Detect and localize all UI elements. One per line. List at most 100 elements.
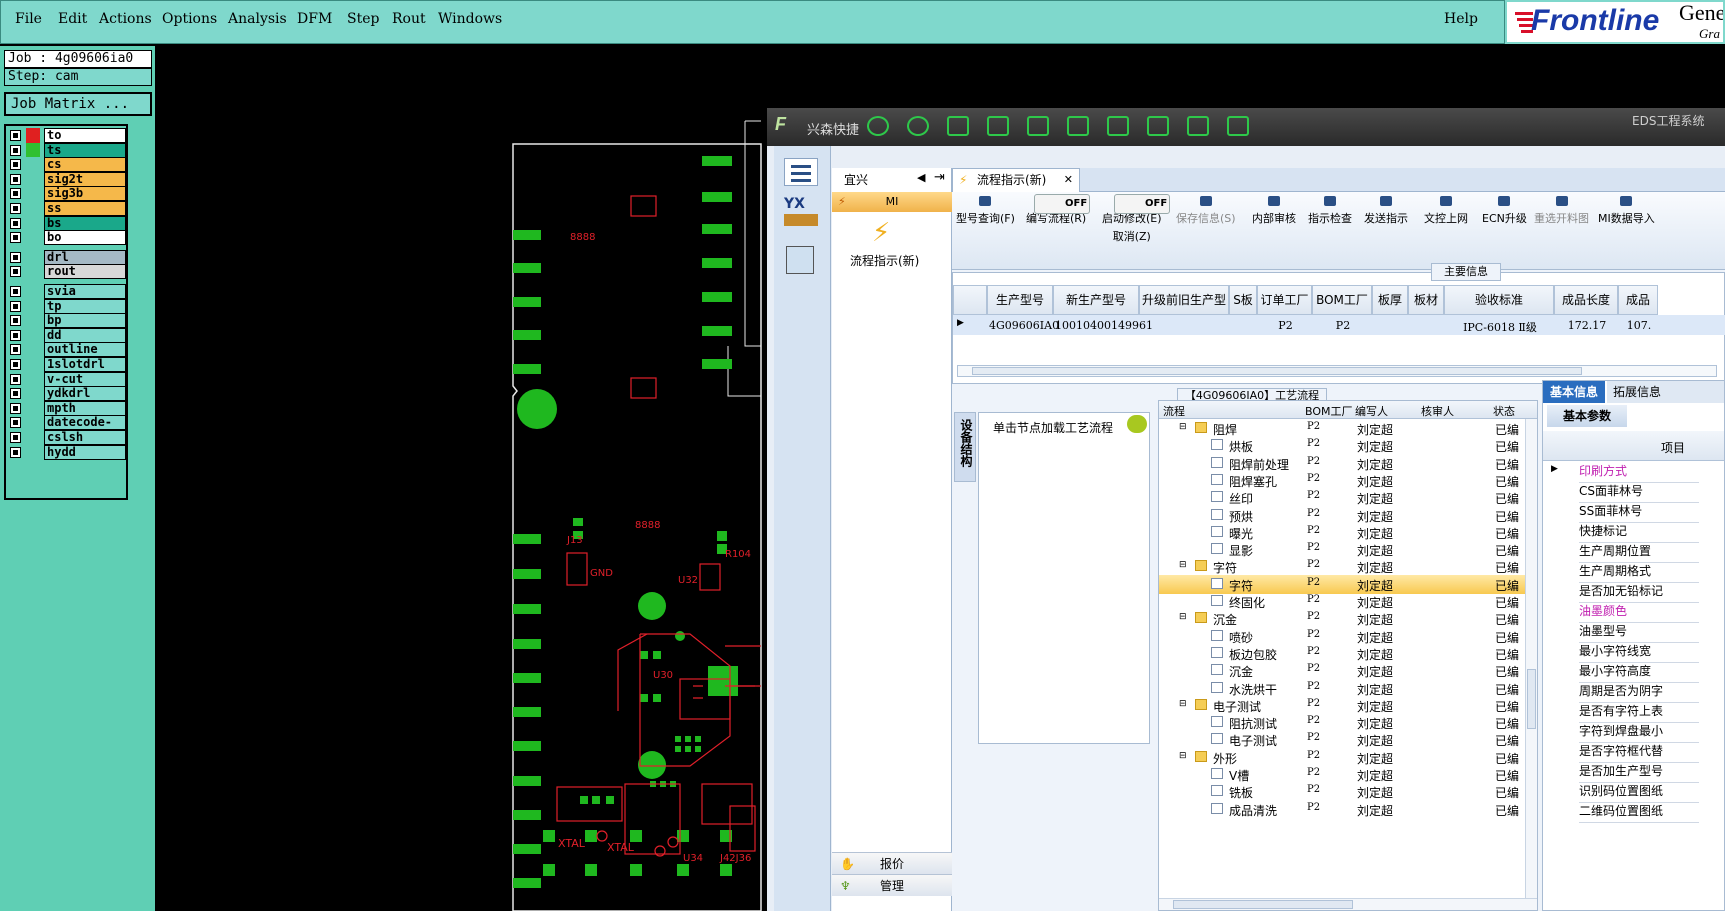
- layer-row-svia[interactable]: svia: [8, 284, 126, 299]
- layer-color-swatch[interactable]: [26, 400, 40, 416]
- layer-row-datecode-to[interactable]: datecode-to: [8, 415, 126, 442]
- property-row[interactable]: 最小字符线宽: [1579, 641, 1699, 663]
- lifebuoy-icon[interactable]: [907, 116, 929, 136]
- tree-header-cell[interactable]: 状态: [1493, 403, 1515, 419]
- layer-color-swatch[interactable]: [26, 371, 40, 387]
- menu-actions[interactable]: Actions: [99, 11, 152, 27]
- layer-name[interactable]: bo: [44, 230, 126, 246]
- search-icon[interactable]: [867, 116, 889, 136]
- menu-step[interactable]: Step: [347, 11, 379, 27]
- layer-row-hydd[interactable]: hydd: [8, 444, 126, 460]
- layer-name[interactable]: outline: [44, 342, 126, 358]
- ribbon-button-8[interactable]: ECN升级: [1482, 196, 1527, 226]
- grid-header-cell[interactable]: 升级前旧生产型号: [1139, 285, 1229, 335]
- layer-color-swatch[interactable]: [26, 327, 40, 343]
- layer-row-outline[interactable]: outline: [8, 342, 126, 358]
- tree-row[interactable]: 预烘 P2 刘定超 已编: [1159, 506, 1537, 525]
- ribbon-button-6[interactable]: 发送指示: [1364, 196, 1408, 226]
- menu-edit[interactable]: Edit: [58, 11, 87, 27]
- layer-row-bp[interactable]: bp: [8, 313, 126, 329]
- ribbon-button-10[interactable]: MI数据导入: [1598, 196, 1655, 226]
- layer-color-swatch[interactable]: [26, 342, 40, 358]
- tree-row[interactable]: 曝光 P2 刘定超 已编: [1159, 523, 1537, 542]
- collapse-icon[interactable]: ⊟: [1179, 751, 1187, 761]
- calculator-icon[interactable]: [786, 246, 814, 274]
- layer-row-bo[interactable]: bo: [8, 230, 126, 246]
- layer-checkbox[interactable]: [10, 329, 21, 341]
- layer-row-v-cut[interactable]: v-cut: [8, 371, 126, 387]
- layer-color-swatch[interactable]: [26, 430, 40, 445]
- tree-row[interactable]: 电子测试 P2 刘定超 已编: [1159, 730, 1537, 749]
- layer-checkbox[interactable]: [10, 388, 21, 400]
- layer-row-1slotdrl[interactable]: 1slotdrl: [8, 357, 126, 372]
- layer-color-swatch[interactable]: [26, 230, 40, 246]
- monitor-icon[interactable]: [1227, 116, 1249, 136]
- layer-row-drl[interactable]: drl: [8, 249, 126, 265]
- ribbon-button-9[interactable]: 重选开料图: [1534, 196, 1589, 226]
- ribbon-button-3[interactable]: 保存信息(S): [1176, 196, 1236, 226]
- layer-name[interactable]: cs: [44, 157, 126, 173]
- grid-header-cell[interactable]: 验收标准: [1444, 285, 1554, 315]
- tree-header-cell[interactable]: 流程: [1163, 403, 1185, 419]
- menu-dfm[interactable]: DFM: [297, 11, 332, 27]
- layer-checkbox[interactable]: [10, 266, 21, 278]
- layer-row-bs[interactable]: bs: [8, 215, 126, 231]
- ribbon-button-5[interactable]: 指示检查: [1308, 196, 1352, 226]
- layer-name[interactable]: ss: [44, 201, 126, 216]
- tree-row[interactable]: 阻焊塞孔 P2 刘定超 已编: [1159, 471, 1537, 490]
- layer-row-tp[interactable]: tp: [8, 298, 126, 314]
- property-row[interactable]: SS面菲林号: [1579, 501, 1699, 523]
- ribbon-button-4[interactable]: 内部审核: [1252, 196, 1296, 226]
- tree-header-cell[interactable]: BOM工厂: [1305, 403, 1353, 419]
- property-row[interactable]: 生产周期位置: [1579, 541, 1699, 563]
- layer-checkbox[interactable]: [10, 188, 21, 200]
- layer-name[interactable]: mpth: [44, 400, 126, 416]
- tree-row[interactable]: V槽 P2 刘定超 已编: [1159, 765, 1537, 784]
- layer-color-swatch[interactable]: [26, 215, 40, 231]
- layer-name[interactable]: bs: [44, 215, 126, 231]
- grid-header-cell[interactable]: 成品: [1618, 285, 1658, 315]
- layer-row-ydkdrl[interactable]: ydkdrl: [8, 386, 126, 402]
- menu-windows[interactable]: Windows: [438, 11, 502, 27]
- layer-checkbox[interactable]: [10, 359, 21, 370]
- grid-corner[interactable]: [953, 285, 987, 315]
- layer-checkbox[interactable]: [10, 232, 21, 244]
- property-row[interactable]: 字符到焊盘最小: [1579, 721, 1699, 743]
- layer-row-sig3b[interactable]: sig3b: [8, 186, 126, 202]
- tree-row[interactable]: 显影 P2 刘定超 已编: [1159, 540, 1537, 559]
- layer-checkbox[interactable]: [10, 251, 21, 263]
- property-row[interactable]: 快捷标记: [1579, 521, 1699, 543]
- tree-row[interactable]: ⊟ 沉金 P2 刘定超 已编: [1159, 609, 1537, 628]
- property-row[interactable]: 油墨颜色: [1579, 601, 1699, 623]
- layer-checkbox[interactable]: [10, 373, 21, 385]
- layer-name[interactable]: tp: [44, 298, 126, 314]
- layer-row-cslsh[interactable]: cslsh: [8, 430, 126, 445]
- equipment-structure-tab[interactable]: 设备结构: [954, 412, 976, 482]
- tree-row[interactable]: 烘板 P2 刘定超 已编: [1159, 436, 1537, 455]
- layer-row-ts[interactable]: ts: [8, 142, 126, 158]
- grid-header-cell[interactable]: 新生产型号: [1053, 285, 1139, 315]
- layer-checkbox[interactable]: [10, 432, 21, 443]
- layer-color-swatch[interactable]: [26, 264, 40, 280]
- film-icon[interactable]: [1027, 116, 1049, 136]
- layer-checkbox[interactable]: [10, 130, 21, 141]
- ribbon-button-7[interactable]: 文控上网: [1424, 196, 1468, 226]
- grid-header-cell[interactable]: 板材: [1408, 285, 1444, 315]
- tree-row[interactable]: 丝印 P2 刘定超 已编: [1159, 488, 1537, 507]
- layer-color-swatch[interactable]: [26, 386, 40, 402]
- menu-help[interactable]: Help: [1444, 11, 1478, 27]
- layer-name[interactable]: ts: [44, 142, 126, 158]
- doc-tab-flow[interactable]: ⚡ 流程指示(新) ✕: [952, 168, 1080, 192]
- tree-header-cell[interactable]: 核审人: [1421, 403, 1454, 419]
- tree-hscrollbar[interactable]: [1159, 898, 1537, 910]
- ribbon-button-0[interactable]: 型号查询(F): [956, 196, 1015, 226]
- user-icon[interactable]: [1147, 116, 1169, 136]
- layer-checkbox[interactable]: [10, 300, 21, 312]
- toggle-switch-0[interactable]: OFF: [1034, 194, 1090, 214]
- layer-checkbox[interactable]: [10, 144, 21, 156]
- tree-row[interactable]: 阻焊前处理 P2 刘定超 已编: [1159, 454, 1537, 473]
- layer-checkbox[interactable]: [10, 217, 21, 229]
- tree-header-cell[interactable]: 编写人: [1355, 403, 1388, 419]
- menu-options[interactable]: Options: [162, 11, 217, 27]
- nav-exit-icon[interactable]: ⇥: [934, 170, 945, 185]
